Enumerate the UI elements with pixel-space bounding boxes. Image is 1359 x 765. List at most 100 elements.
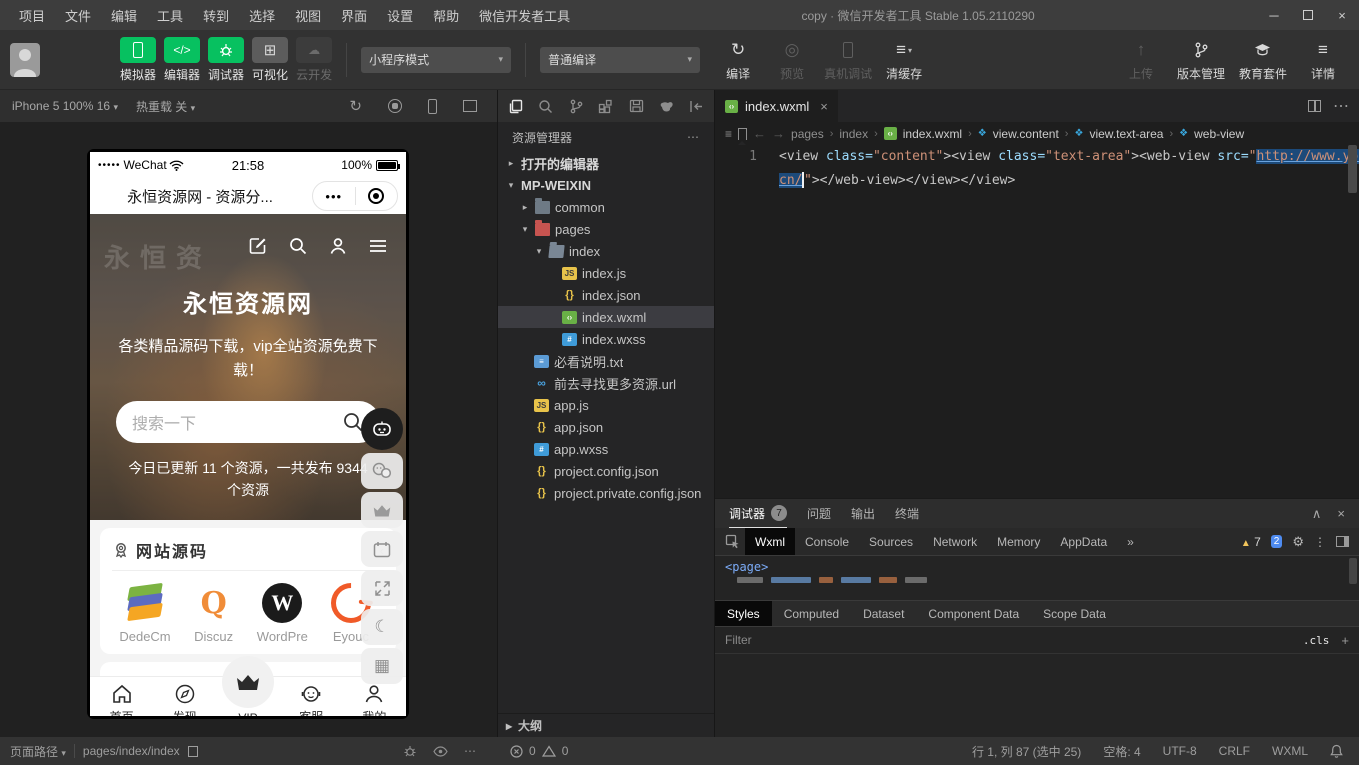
devtools-tab-sources[interactable]: Sources <box>859 528 923 555</box>
robot-button[interactable] <box>361 408 403 450</box>
maximize-button[interactable] <box>1291 0 1325 30</box>
avatar[interactable] <box>10 43 40 77</box>
education-kit-button[interactable]: 教育套件 <box>1239 37 1287 82</box>
device-frame-icon[interactable] <box>428 99 437 114</box>
crumb-index[interactable]: index <box>839 127 868 141</box>
issues-count[interactable]: 2 <box>1271 535 1283 548</box>
tree-file-project-config[interactable]: {} project.config.json <box>498 460 714 482</box>
save-all-icon[interactable] <box>625 94 648 118</box>
crumb-index-wxml[interactable]: index.wxml <box>903 127 962 141</box>
menu-icon[interactable] <box>368 236 388 256</box>
menu-project[interactable]: 项目 <box>10 2 54 29</box>
devtools-tab-appdata[interactable]: AppData <box>1050 528 1117 555</box>
fullscreen-button[interactable] <box>361 570 403 606</box>
cls-toggle[interactable]: .cls <box>1303 634 1330 647</box>
encoding[interactable]: UTF-8 <box>1163 744 1197 758</box>
list-icon[interactable]: ≡ <box>725 127 732 141</box>
compile-mode-dropdown[interactable]: 普通编译 ▾ <box>540 47 700 73</box>
devtools-tab-network[interactable]: Network <box>923 528 987 555</box>
code-editor[interactable]: 1 <view class="content"><view class="tex… <box>715 145 1359 498</box>
eye-icon[interactable] <box>433 746 448 757</box>
menu-interface[interactable]: 界面 <box>332 2 376 29</box>
tab-debugger[interactable]: 调试器 7 <box>729 499 787 528</box>
more-icon[interactable]: ⋯ <box>464 744 476 758</box>
page-path-selector[interactable]: 页面路径 ▾ <box>10 743 66 760</box>
tree-file-app-js[interactable]: JS app.js <box>498 394 714 416</box>
tab-discover[interactable]: 发现 <box>153 683 216 716</box>
editor-scrollbar[interactable] <box>1348 145 1357 498</box>
clear-cache-button[interactable]: ≡▾ 清缓存 <box>882 37 926 82</box>
visualization-button[interactable]: ⊞ 可视化 <box>252 37 288 83</box>
tab-scope-data[interactable]: Scope Data <box>1031 601 1118 626</box>
wxml-scrollbar[interactable] <box>1349 558 1357 584</box>
device-selector[interactable]: iPhone 5 100% 16 ▾ <box>12 99 118 113</box>
scheme-dropdown[interactable]: 小程序模式 ▾ <box>361 47 511 73</box>
tab-styles[interactable]: Styles <box>715 601 772 626</box>
tab-vip[interactable]: VIP <box>216 682 279 716</box>
files-icon[interactable] <box>504 94 527 118</box>
user-icon[interactable] <box>328 236 348 256</box>
tree-file-index-wxml[interactable]: ‹› index.wxml <box>498 306 714 328</box>
close-panel-icon[interactable]: × <box>1337 506 1345 522</box>
language-mode[interactable]: WXML <box>1272 744 1308 758</box>
tree-file-index-js[interactable]: JS index.js <box>498 262 714 284</box>
tree-file-readme-txt[interactable]: ≡ 必看说明.txt <box>498 350 714 372</box>
poster-button[interactable]: ▦ <box>361 648 403 684</box>
multi-window-icon[interactable] <box>463 100 477 112</box>
debugger-button[interactable]: 调试器 <box>208 37 244 83</box>
eol-sequence[interactable]: CRLF <box>1219 744 1250 758</box>
record-icon[interactable] <box>388 99 402 113</box>
wxml-tree[interactable]: <page> <box>715 556 1359 600</box>
search-icon[interactable] <box>534 94 557 118</box>
tree-folder-pages[interactable]: ▾ pages <box>498 218 714 240</box>
npm-hand-icon[interactable] <box>655 94 678 118</box>
menu-tools[interactable]: 工具 <box>148 2 192 29</box>
menu-settings[interactable]: 设置 <box>378 2 422 29</box>
logo-dedecms[interactable]: DedeCm <box>114 583 176 644</box>
devtools-tab-memory[interactable]: Memory <box>987 528 1050 555</box>
search-box[interactable]: 搜索一下 <box>116 401 380 443</box>
more-button[interactable]: ••• <box>313 189 355 204</box>
devtools-overflow-icon[interactable]: » <box>1117 528 1144 555</box>
simulator-button[interactable]: 模拟器 <box>120 37 156 83</box>
outline-section[interactable]: ▸ 大纲 <box>498 713 714 737</box>
devtools-tab-wxml[interactable]: Wxml <box>745 528 795 555</box>
wechat-share-button[interactable] <box>361 453 403 489</box>
tab-problems[interactable]: 问题 <box>807 505 831 522</box>
version-control-button[interactable]: 版本管理 <box>1177 37 1225 82</box>
split-editor-icon[interactable] <box>1308 100 1321 112</box>
menu-view[interactable]: 视图 <box>286 2 330 29</box>
details-button[interactable]: ≡ 详情 <box>1301 37 1345 82</box>
tab-computed[interactable]: Computed <box>772 601 851 626</box>
tab-output[interactable]: 输出 <box>851 505 875 522</box>
bookmark-icon[interactable] <box>738 128 747 140</box>
wxml-page-node[interactable]: <page> <box>725 560 768 574</box>
crumb-view-content[interactable]: view.content <box>993 127 1059 141</box>
menu-devtools[interactable]: 微信开发者工具 <box>470 2 579 29</box>
page-path-value[interactable]: pages/index/index <box>83 744 180 758</box>
bug-icon[interactable] <box>403 744 417 758</box>
tree-folder-common[interactable]: ▸ common <box>498 196 714 218</box>
sign-in-button[interactable] <box>361 531 403 567</box>
tab-service[interactable]: 客服 <box>280 683 343 716</box>
bell-icon[interactable] <box>1330 744 1343 758</box>
minimize-button[interactable]: ─ <box>1257 0 1291 30</box>
cursor-position[interactable]: 行 1, 列 87 (选中 25) <box>972 743 1081 760</box>
search-icon[interactable] <box>288 236 308 256</box>
tree-file-index-wxss[interactable]: # index.wxss <box>498 328 714 350</box>
exit-button[interactable] <box>356 188 398 204</box>
warning-count[interactable]: ▲ 7 <box>1241 535 1261 549</box>
collapse-panel-icon[interactable]: ∧ <box>1312 506 1322 522</box>
tree-file-index-json[interactable]: {} index.json <box>498 284 714 306</box>
tab-home[interactable]: 首页 <box>90 683 153 716</box>
rotate-icon[interactable]: ↻ <box>349 97 362 115</box>
tree-file-app-wxss[interactable]: # app.wxss <box>498 438 714 460</box>
menu-file[interactable]: 文件 <box>56 2 100 29</box>
collapse-sidebar-icon[interactable] <box>685 94 708 118</box>
tree-open-editors[interactable]: ▸ 打开的编辑器 <box>498 152 714 174</box>
dark-mode-button[interactable]: ☾ <box>361 609 403 645</box>
copy-path-icon[interactable] <box>188 746 198 757</box>
tab-component-data[interactable]: Component Data <box>916 601 1031 626</box>
tab-dataset[interactable]: Dataset <box>851 601 916 626</box>
tree-file-app-json[interactable]: {} app.json <box>498 416 714 438</box>
